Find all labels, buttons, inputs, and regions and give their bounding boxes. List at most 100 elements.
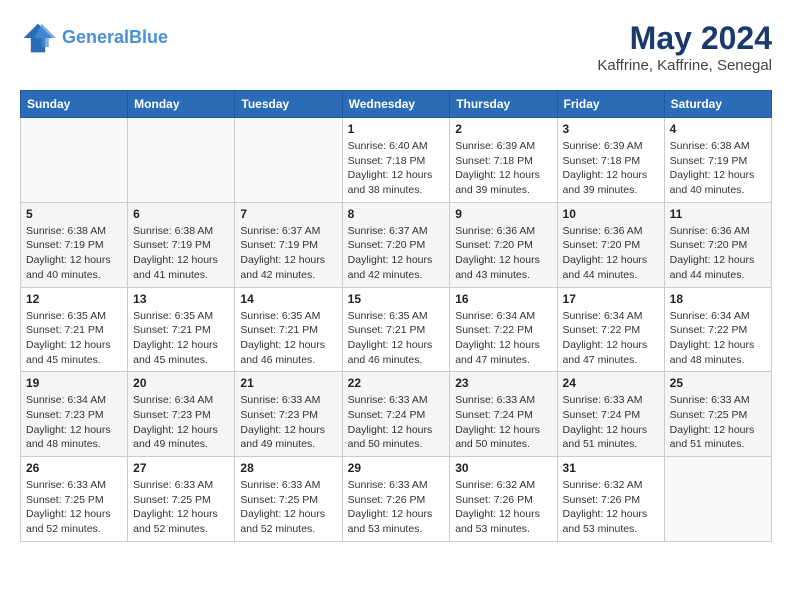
day-info: Sunrise: 6:33 AM Sunset: 7:24 PM Dayligh… [348,393,445,452]
day-info: Sunrise: 6:35 AM Sunset: 7:21 PM Dayligh… [26,309,122,368]
calendar-week-row: 1 Sunrise: 6:40 AM Sunset: 7:18 PM Daylig… [21,118,772,203]
calendar-cell: 23Sunrise: 6:33 AM Sunset: 7:24 PM Dayli… [450,372,557,457]
day-info: Sunrise: 6:34 AM Sunset: 7:22 PM Dayligh… [563,309,659,368]
day-info: Sunrise: 6:32 AM Sunset: 7:26 PM Dayligh… [563,478,659,537]
calendar-cell: 27Sunrise: 6:33 AM Sunset: 7:25 PM Dayli… [128,457,235,542]
day-info: Sunrise: 6:33 AM Sunset: 7:25 PM Dayligh… [240,478,336,537]
calendar-cell: 31 Sunrise: 6:32 AM Sunset: 7:26 PM Dayli… [557,457,664,542]
day-info: Sunrise: 6:34 AM Sunset: 7:22 PM Dayligh… [455,309,551,368]
day-number: 9 [455,207,551,221]
calendar-cell [664,457,771,542]
weekday-header: Thursday [450,91,557,118]
day-info: Sunrise: 6:34 AM Sunset: 7:22 PM Dayligh… [670,309,766,368]
calendar-cell: 7 Sunrise: 6:37 AM Sunset: 7:19 PM Daylig… [235,202,342,287]
calendar-cell: 6 Sunrise: 6:38 AM Sunset: 7:19 PM Daylig… [128,202,235,287]
day-number: 19 [26,376,122,390]
calendar-cell: 14Sunrise: 6:35 AM Sunset: 7:21 PM Dayli… [235,287,342,372]
calendar-cell: 5Sunrise: 6:38 AM Sunset: 7:19 PM Daylig… [21,202,128,287]
day-number: 30 [455,461,551,475]
calendar-cell: 16Sunrise: 6:34 AM Sunset: 7:22 PM Dayli… [450,287,557,372]
day-number: 2 [455,122,551,136]
calendar-cell [21,118,128,203]
day-info: Sunrise: 6:33 AM Sunset: 7:23 PM Dayligh… [240,393,336,452]
day-info: Sunrise: 6:34 AM Sunset: 7:23 PM Dayligh… [26,393,122,452]
page-header: GeneralBlue May 2024 Kaffrine, Kaffrine,… [20,20,772,74]
day-number: 10 [563,207,659,221]
calendar-week-row: 12 Sunrise: 6:35 AM Sunset: 7:21 PM Dayli… [21,287,772,372]
calendar-cell: 17 Sunrise: 6:34 AM Sunset: 7:22 PM Dayli… [557,287,664,372]
day-number: 24 [563,376,659,390]
day-number: 1 [348,122,445,136]
calendar-week-row: 26 Sunrise: 6:33 AM Sunset: 7:25 PM Dayli… [21,457,772,542]
calendar-cell: 1 Sunrise: 6:40 AM Sunset: 7:18 PM Daylig… [342,118,450,203]
day-number: 12 [26,292,122,306]
day-number: 25 [670,376,766,390]
calendar-cell: 22 Sunrise: 6:33 AM Sunset: 7:24 PM Dayli… [342,372,450,457]
weekday-header: Saturday [664,91,771,118]
calendar-cell: 30 Sunrise: 6:32 AM Sunset: 7:26 PM Dayli… [450,457,557,542]
day-info: Sunrise: 6:33 AM Sunset: 7:25 PM Dayligh… [26,478,122,537]
calendar-cell: 28 Sunrise: 6:33 AM Sunset: 7:25 PM Dayli… [235,457,342,542]
day-number: 28 [240,461,336,475]
day-number: 5 [26,207,122,221]
calendar-cell: 18Sunrise: 6:34 AM Sunset: 7:22 PM Dayli… [664,287,771,372]
calendar-cell: 8Sunrise: 6:37 AM Sunset: 7:20 PM Daylig… [342,202,450,287]
day-info: Sunrise: 6:39 AM Sunset: 7:18 PM Dayligh… [563,139,659,198]
day-info: Sunrise: 6:33 AM Sunset: 7:26 PM Dayligh… [348,478,445,537]
calendar-cell [235,118,342,203]
day-info: Sunrise: 6:38 AM Sunset: 7:19 PM Dayligh… [133,224,229,283]
calendar-cell: 2 Sunrise: 6:39 AM Sunset: 7:18 PM Daylig… [450,118,557,203]
calendar-cell: 10 Sunrise: 6:36 AM Sunset: 7:20 PM Dayli… [557,202,664,287]
month-year: May 2024 [597,20,772,57]
day-info: Sunrise: 6:33 AM Sunset: 7:25 PM Dayligh… [670,393,766,452]
calendar-cell: 25 Sunrise: 6:33 AM Sunset: 7:25 PM Dayli… [664,372,771,457]
day-info: Sunrise: 6:32 AM Sunset: 7:26 PM Dayligh… [455,478,551,537]
day-number: 20 [133,376,229,390]
day-number: 29 [348,461,445,475]
logo-icon [20,20,56,56]
day-info: Sunrise: 6:36 AM Sunset: 7:20 PM Dayligh… [455,224,551,283]
day-info: Sunrise: 6:37 AM Sunset: 7:19 PM Dayligh… [240,224,336,283]
day-number: 17 [563,292,659,306]
day-info: Sunrise: 6:40 AM Sunset: 7:18 PM Dayligh… [348,139,445,198]
day-number: 26 [26,461,122,475]
calendar-table: SundayMondayTuesdayWednesdayThursdayFrid… [20,90,772,542]
calendar-cell: 15Sunrise: 6:35 AM Sunset: 7:21 PM Dayli… [342,287,450,372]
day-number: 11 [670,207,766,221]
weekday-header: Monday [128,91,235,118]
logo-text: GeneralBlue [62,28,168,48]
day-number: 15 [348,292,445,306]
calendar-cell: 19 Sunrise: 6:34 AM Sunset: 7:23 PM Dayli… [21,372,128,457]
title-block: May 2024 Kaffrine, Kaffrine, Senegal [597,20,772,74]
weekday-header-row: SundayMondayTuesdayWednesdayThursdayFrid… [21,91,772,118]
calendar-cell: 11 Sunrise: 6:36 AM Sunset: 7:20 PM Dayli… [664,202,771,287]
day-number: 14 [240,292,336,306]
calendar-cell: 20Sunrise: 6:34 AM Sunset: 7:23 PM Dayli… [128,372,235,457]
day-number: 7 [240,207,336,221]
weekday-header: Tuesday [235,91,342,118]
day-number: 6 [133,207,229,221]
day-info: Sunrise: 6:36 AM Sunset: 7:20 PM Dayligh… [563,224,659,283]
day-info: Sunrise: 6:33 AM Sunset: 7:24 PM Dayligh… [563,393,659,452]
day-number: 22 [348,376,445,390]
calendar-cell: 4 Sunrise: 6:38 AM Sunset: 7:19 PM Daylig… [664,118,771,203]
logo-line2: Blue [129,27,168,47]
calendar-cell: 12 Sunrise: 6:35 AM Sunset: 7:21 PM Dayli… [21,287,128,372]
calendar-cell: 26 Sunrise: 6:33 AM Sunset: 7:25 PM Dayli… [21,457,128,542]
location: Kaffrine, Kaffrine, Senegal [597,57,772,74]
weekday-header: Wednesday [342,91,450,118]
day-number: 3 [563,122,659,136]
calendar-week-row: 19 Sunrise: 6:34 AM Sunset: 7:23 PM Dayli… [21,372,772,457]
weekday-header: Friday [557,91,664,118]
day-number: 27 [133,461,229,475]
day-number: 4 [670,122,766,136]
day-number: 21 [240,376,336,390]
logo-line1: General [62,27,129,47]
day-info: Sunrise: 6:38 AM Sunset: 7:19 PM Dayligh… [670,139,766,198]
day-info: Sunrise: 6:35 AM Sunset: 7:21 PM Dayligh… [133,309,229,368]
day-info: Sunrise: 6:39 AM Sunset: 7:18 PM Dayligh… [455,139,551,198]
day-info: Sunrise: 6:37 AM Sunset: 7:20 PM Dayligh… [348,224,445,283]
calendar-cell: 29 Sunrise: 6:33 AM Sunset: 7:26 PM Dayli… [342,457,450,542]
day-info: Sunrise: 6:36 AM Sunset: 7:20 PM Dayligh… [670,224,766,283]
day-number: 31 [563,461,659,475]
